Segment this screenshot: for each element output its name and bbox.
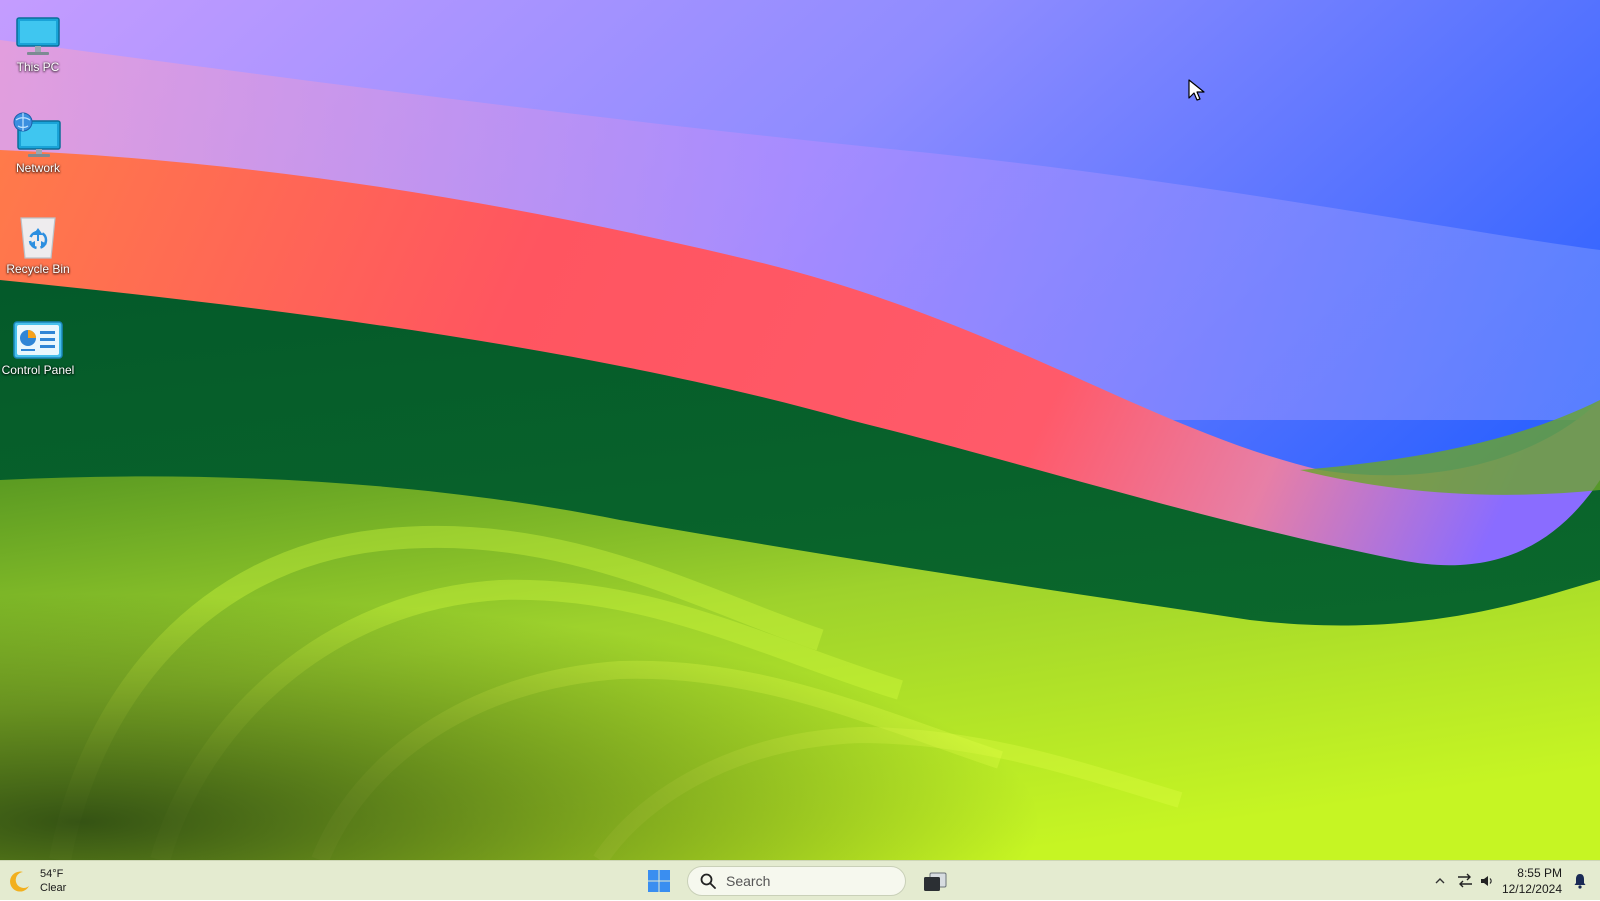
network-status-icon (1457, 873, 1472, 888)
weather-temperature: 54°F (40, 868, 64, 880)
task-view-button[interactable] (922, 870, 948, 894)
clock[interactable]: 8:55 PM 12/12/2024 (1502, 865, 1562, 897)
speaker-icon (1480, 876, 1492, 886)
volume-button[interactable] (1478, 869, 1496, 893)
desktop-icon-label: Network (15, 161, 60, 175)
desktop-icon-recycle-bin[interactable]: Recycle Bin (0, 212, 76, 276)
control-panel-icon (13, 321, 63, 359)
taskbar-search[interactable] (687, 866, 906, 896)
bell-icon (1574, 874, 1586, 889)
desktop-icon-control-panel[interactable]: Control Panel (0, 313, 76, 377)
desktop-icon-label: Recycle Bin (6, 262, 70, 276)
notifications-button[interactable] (1568, 869, 1592, 893)
task-view-icon (924, 872, 947, 891)
start-button[interactable] (647, 869, 671, 893)
clock-date: 12/12/2024 (1501, 882, 1562, 896)
show-hidden-icons-button[interactable] (1428, 869, 1452, 893)
weather-widget[interactable]: 54°F Clear (8, 867, 66, 895)
system-tray: 8:55 PM 12/12/2024 (1428, 861, 1600, 901)
mouse-cursor-icon (1188, 79, 1205, 101)
weather-condition: Clear (40, 882, 67, 894)
network-icon (13, 112, 61, 157)
desktop: This PC Network Recycle Bin Control Pane… (0, 0, 1600, 860)
moon-icon (10, 871, 29, 892)
network-status-button[interactable] (1452, 869, 1478, 893)
desktop-icon-label: This PC (16, 60, 60, 74)
search-icon (700, 873, 716, 889)
wallpaper (0, 0, 1600, 860)
windows-logo-icon (648, 870, 670, 892)
monitor-icon (16, 17, 60, 55)
desktop-icon-network[interactable]: Network (0, 111, 76, 175)
search-input[interactable] (726, 873, 886, 889)
desktop-icon-this-pc[interactable]: This PC (0, 10, 76, 74)
clock-time: 8:55 PM (1517, 866, 1562, 880)
recycle-bin-icon (20, 217, 56, 259)
taskbar: 54°F Clear Search 8:55 PM 12/12/2024 (0, 860, 1600, 900)
desktop-icon-label: Control Panel (1, 363, 75, 377)
chevron-up-icon (1435, 878, 1445, 884)
